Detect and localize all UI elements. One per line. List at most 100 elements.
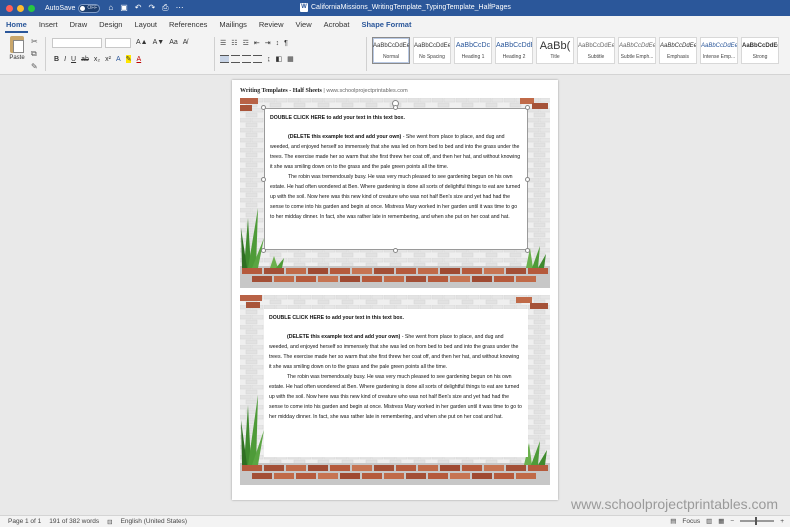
zoom-in-icon[interactable]: + xyxy=(780,518,784,525)
style-heading-2[interactable]: AaBbCcDdE Heading 2 xyxy=(495,37,533,64)
style-sample: AaBbCcDdEe xyxy=(414,43,450,49)
font-color-icon[interactable]: A xyxy=(136,56,141,63)
shading-icon[interactable]: ◧ xyxy=(276,55,283,63)
text-effects-icon[interactable]: A xyxy=(116,56,121,63)
font-style-controls: B I U ab x₂ x² A ✎ A xyxy=(54,55,141,63)
maximize-window-button[interactable] xyxy=(28,4,35,12)
minimize-window-button[interactable] xyxy=(17,4,24,12)
focus-label[interactable]: Focus xyxy=(682,518,700,525)
style-name: Intense Emp... xyxy=(702,54,736,60)
close-window-button[interactable] xyxy=(6,4,13,12)
autosave-toggle[interactable]: OFF xyxy=(78,3,101,13)
cut-icon[interactable]: ✂ xyxy=(31,37,38,46)
copy-icon[interactable]: ⧉ xyxy=(31,49,38,59)
font-name-dropdown[interactable] xyxy=(52,38,102,48)
bold-icon[interactable]: B xyxy=(54,56,59,63)
bullets-icon[interactable]: ☰ xyxy=(220,39,226,47)
delete-instruction: (DELETE this example text and add your o… xyxy=(287,334,401,340)
read-mode-icon[interactable]: ▥ xyxy=(706,517,712,525)
status-bar: Page 1 of 1 191 of 382 words ⊟ English (… xyxy=(0,515,790,527)
tab-shape-format[interactable]: Shape Format xyxy=(355,18,417,33)
format-painter-icon[interactable]: ✎ xyxy=(31,62,38,71)
decrease-indent-icon[interactable]: ⇤ xyxy=(254,39,260,47)
resize-handle[interactable] xyxy=(261,248,266,253)
justify-icon[interactable] xyxy=(253,55,262,63)
borders-icon[interactable]: ▦ xyxy=(287,55,294,63)
page-count[interactable]: Page 1 of 1 xyxy=(8,518,41,525)
change-case-icon[interactable]: Aa xyxy=(169,39,178,46)
tab-view[interactable]: View xyxy=(289,18,317,33)
style-sample: AaBbCcDdEe xyxy=(619,43,655,49)
resize-handle[interactable] xyxy=(393,248,398,253)
brick-ledge xyxy=(240,266,550,288)
align-left-icon[interactable] xyxy=(220,55,229,63)
document-page[interactable]: Writing Templates - Half Sheets | www.sc… xyxy=(232,80,558,500)
style-name: Subtitle xyxy=(587,54,605,60)
zoom-out-icon[interactable]: − xyxy=(730,518,734,525)
shrink-font-icon[interactable]: A▼ xyxy=(153,39,165,46)
proofing-icon[interactable]: ⊟ xyxy=(107,518,112,526)
document-canvas[interactable]: Writing Templates - Half Sheets | www.sc… xyxy=(0,76,790,515)
resize-handle[interactable] xyxy=(525,105,530,110)
align-center-icon[interactable] xyxy=(231,55,240,63)
multilevel-list-icon[interactable]: ☲ xyxy=(243,39,249,47)
style-no-spacing[interactable]: AaBbCcDdEe No Spacing xyxy=(413,37,451,64)
paste-label: Paste xyxy=(9,55,25,61)
home-icon[interactable]: ⌂ xyxy=(108,3,113,13)
clear-format-icon[interactable]: A̸ xyxy=(183,39,188,46)
style-name: Heading 2 xyxy=(502,54,526,60)
grow-font-icon[interactable]: A▲ xyxy=(136,39,148,46)
show-marks-icon[interactable]: ¶ xyxy=(284,40,288,47)
style-sample: AaBbCcDdE xyxy=(496,42,532,49)
tab-insert[interactable]: Insert xyxy=(33,18,64,33)
style-heading-1[interactable]: AaBbCcDc Heading 1 xyxy=(454,37,492,64)
subscript-icon[interactable]: x₂ xyxy=(94,56,100,63)
undo-icon[interactable]: ↶ xyxy=(135,3,142,13)
strikethrough-icon[interactable]: ab xyxy=(81,56,89,63)
tab-acrobat[interactable]: Acrobat xyxy=(318,18,356,33)
text-box-selected[interactable]: DOUBLE CLICK HERE to add your text in th… xyxy=(264,108,528,250)
save-icon[interactable]: ▣ xyxy=(120,3,128,13)
resize-handle[interactable] xyxy=(261,177,266,182)
resize-handle[interactable] xyxy=(261,105,266,110)
underline-icon[interactable]: U xyxy=(71,56,76,63)
tab-draw[interactable]: Draw xyxy=(64,18,94,33)
increase-indent-icon[interactable]: ⇥ xyxy=(265,39,271,47)
tab-layout[interactable]: Layout xyxy=(128,18,163,33)
resize-handle[interactable] xyxy=(393,105,398,110)
paste-button[interactable]: Paste xyxy=(6,36,28,61)
style-emphasis[interactable]: AaBbCcDdEe Emphasis xyxy=(659,37,697,64)
highlight-icon[interactable]: ✎ xyxy=(125,55,132,63)
print-layout-icon[interactable]: ▦ xyxy=(718,517,724,525)
redo-icon[interactable]: ↷ xyxy=(148,3,155,13)
style-subtitle[interactable]: AaBbCcDdEe Subtitle xyxy=(577,37,615,64)
tab-mailings[interactable]: Mailings xyxy=(213,18,253,33)
textbox-paragraph-1: (DELETE this example text and add your o… xyxy=(270,132,522,172)
style-intense-emphasis[interactable]: AaBbCcDdEe Intense Emp... xyxy=(700,37,738,64)
superscript-icon[interactable]: x² xyxy=(105,56,111,63)
line-spacing-icon[interactable]: ↨ xyxy=(267,56,271,63)
italic-icon[interactable]: I xyxy=(64,56,66,63)
resize-handle[interactable] xyxy=(525,177,530,182)
style-title[interactable]: AaBb(Title xyxy=(536,37,574,64)
tab-home[interactable]: Home xyxy=(0,18,33,33)
style-subtle-emphasis[interactable]: AaBbCcDdEe Subtle Emph... xyxy=(618,37,656,64)
word-count[interactable]: 191 of 382 words xyxy=(49,518,99,525)
tab-references[interactable]: References xyxy=(163,18,213,33)
autosave[interactable]: AutoSave OFF xyxy=(45,3,101,13)
style-strong[interactable]: AaBbCcDdEe Strong xyxy=(741,37,779,64)
print-icon[interactable]: ⎙ xyxy=(162,3,168,13)
align-right-icon[interactable] xyxy=(242,55,251,63)
language[interactable]: English (United States) xyxy=(121,518,187,525)
resize-handle[interactable] xyxy=(525,248,530,253)
font-size-dropdown[interactable] xyxy=(105,38,131,48)
style-normal[interactable]: AaBbCcDdEe Normal xyxy=(372,37,410,64)
more-icon[interactable]: ⋯ xyxy=(176,3,184,13)
tab-design[interactable]: Design xyxy=(93,18,128,33)
text-box[interactable]: DOUBLE CLICK HERE to add your text in th… xyxy=(264,309,528,457)
focus-icon[interactable]: ▤ xyxy=(670,517,676,525)
tab-review[interactable]: Review xyxy=(253,18,290,33)
sort-icon[interactable]: ↕ xyxy=(276,40,280,47)
numbering-icon[interactable]: ☷ xyxy=(231,39,237,47)
zoom-slider[interactable] xyxy=(740,517,775,525)
